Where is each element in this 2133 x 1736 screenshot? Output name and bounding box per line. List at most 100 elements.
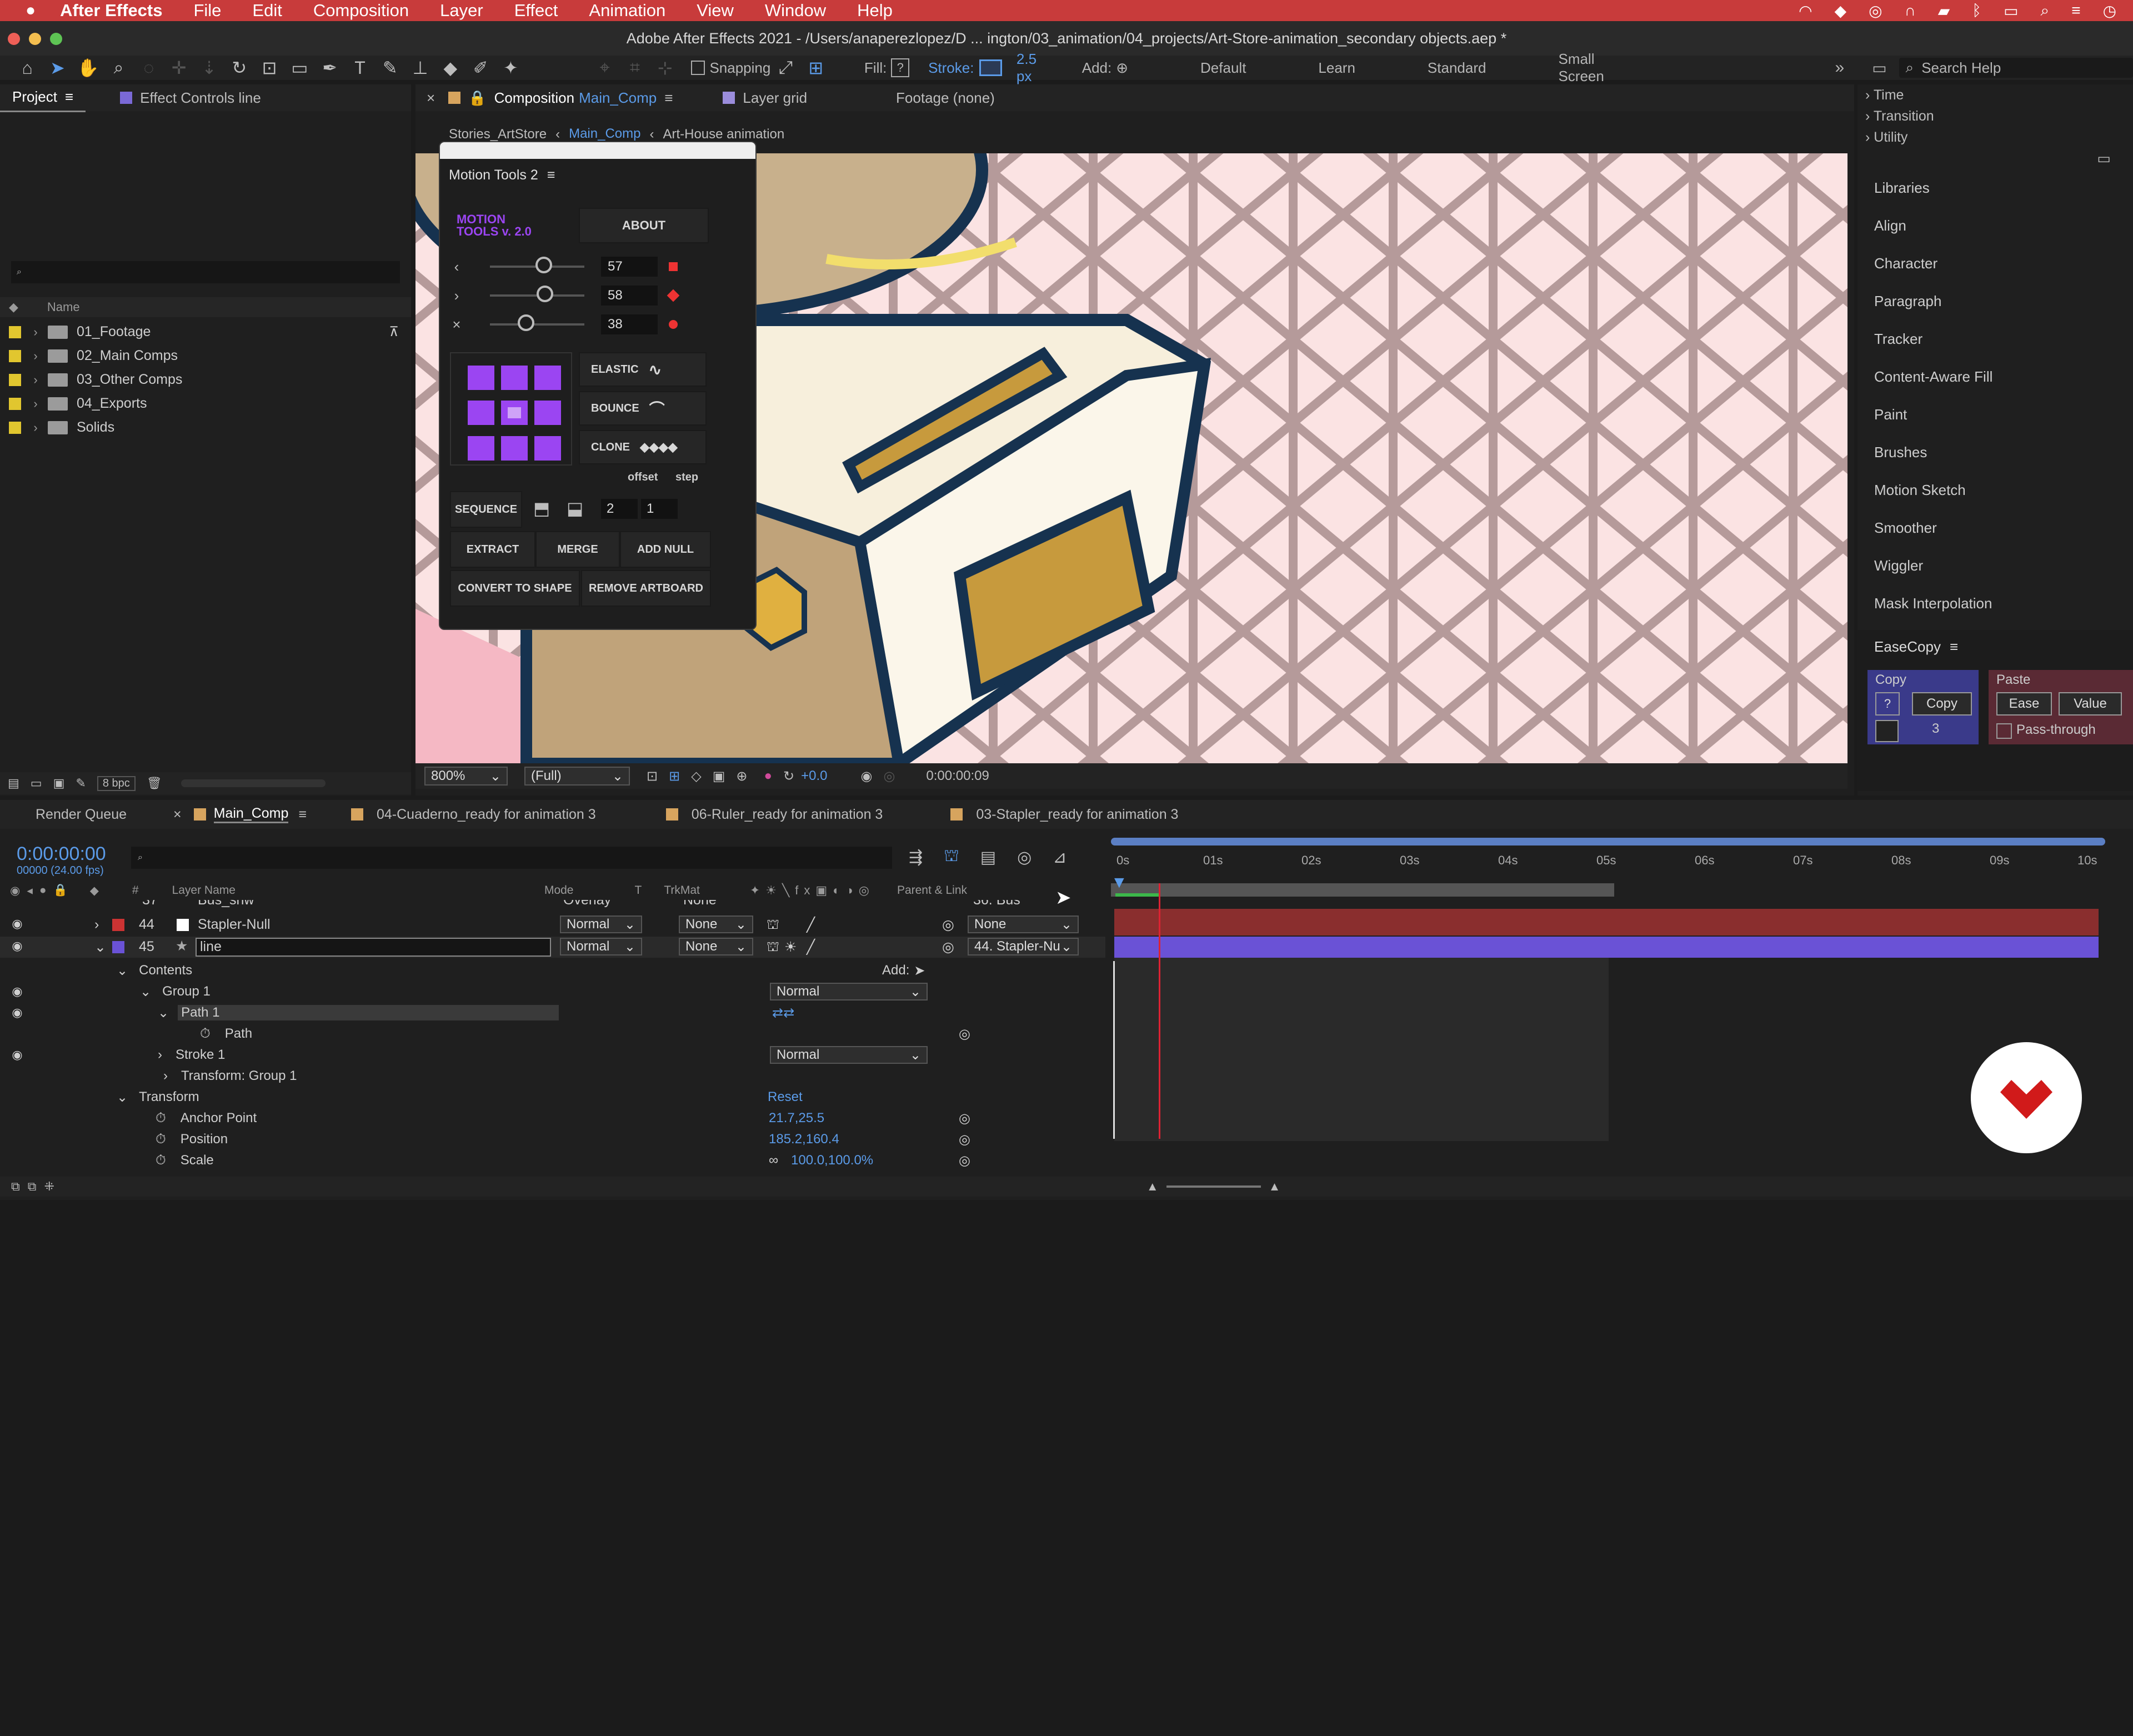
panel-motion-sketch[interactable]: Motion Sketch xyxy=(1857,471,2133,509)
chevron-down-icon[interactable]: ⌄ xyxy=(94,939,106,955)
chevron-down-icon[interactable]: ⌄ xyxy=(140,984,151,1000)
menu-animation[interactable]: Animation xyxy=(589,1,665,21)
extract-button[interactable]: EXTRACT xyxy=(450,531,535,568)
region-of-interest-icon[interactable]: ▣ xyxy=(713,768,725,784)
pan-behind-tool-icon[interactable]: ⊡ xyxy=(259,57,280,79)
axis-world-icon[interactable]: ⌗ xyxy=(624,57,645,79)
label-col-icon[interactable]: ◆ xyxy=(9,300,18,314)
ease-in-value[interactable]: 57 xyxy=(601,257,658,277)
breadcrumb-main-comp[interactable]: Main_Comp xyxy=(569,126,641,143)
motion-tools-menu-icon[interactable]: ≡ xyxy=(547,167,555,183)
slider-knob[interactable] xyxy=(517,314,534,331)
transform-row[interactable]: ⌄ Transform Reset xyxy=(0,1087,1105,1108)
chevron-right-icon[interactable]: › xyxy=(94,917,99,933)
pan-tool-icon[interactable]: ✛ xyxy=(168,57,189,79)
search-icon[interactable]: ⌕ xyxy=(2041,2,2050,20)
list-item[interactable]: › 02_Main Comps xyxy=(0,344,411,368)
list-item[interactable]: › Solids xyxy=(0,416,411,439)
paste-ease-button[interactable]: Ease xyxy=(1996,692,2052,716)
snap-options-icon[interactable]: ⊞ xyxy=(805,57,827,79)
quality-switch-icon[interactable]: ╱ xyxy=(807,939,815,955)
reset-exposure-icon[interactable]: ↻ xyxy=(783,768,794,784)
eye-icon[interactable]: ◉ xyxy=(9,939,26,953)
zoom-out-icon[interactable]: ▲ xyxy=(1146,1179,1159,1194)
transparency-grid-icon[interactable]: ⊞ xyxy=(669,768,680,784)
group-blend-dropdown[interactable]: Normal ⌄ xyxy=(770,983,928,1000)
shy-layers-icon[interactable]: ⛫ xyxy=(944,847,959,868)
list-item[interactable]: › 04_Exports xyxy=(0,392,411,416)
frame-blending-icon[interactable]: ▤ xyxy=(980,848,996,867)
chevron-down-icon[interactable]: ⌄ xyxy=(117,963,128,979)
easecopy-menu-icon[interactable]: ≡ xyxy=(1950,638,1958,656)
pick-whip-icon[interactable]: ◎ xyxy=(959,1132,970,1148)
layer-44-track-bar[interactable] xyxy=(1114,909,2099,935)
breadcrumb-stories[interactable]: Stories_ArtStore xyxy=(449,127,547,142)
type-tool-icon[interactable]: T xyxy=(349,57,370,79)
blend-mode-dropdown[interactable]: Normal ⌄ xyxy=(560,938,642,955)
current-timecode[interactable]: 0:00:00:00 xyxy=(17,843,106,865)
anchor-center[interactable] xyxy=(501,401,528,426)
layer-name-edit[interactable]: line xyxy=(196,938,551,957)
panel-smoother[interactable]: Smoother xyxy=(1857,509,2133,547)
scale-row[interactable]: ⏱ Scale ∞ 100.0,100.0% ◎ xyxy=(0,1150,1105,1171)
panel-paragraph[interactable]: Paragraph xyxy=(1857,282,2133,320)
list-item[interactable]: › 03_Other Comps xyxy=(0,368,411,392)
new-folder-icon[interactable]: ▭ xyxy=(31,776,42,791)
project-search-input[interactable]: ⌕ xyxy=(11,261,400,283)
panel-mask-interpolation[interactable]: Mask Interpolation xyxy=(1857,584,2133,622)
blend-mode-dropdown[interactable]: Normal ⌄ xyxy=(560,915,642,933)
breadcrumb-art-house[interactable]: Art-House animation xyxy=(663,127,784,142)
close-tab-icon[interactable]: × xyxy=(173,807,182,823)
workspace-menu-icon[interactable]: ▭ xyxy=(1872,59,1886,77)
motion-blur-icon[interactable]: ◎ xyxy=(1017,848,1032,867)
layer-row-partial[interactable]: 37 Bus_shw Overlay None 36. Bus xyxy=(0,900,1111,912)
minimize-window-button[interactable] xyxy=(29,33,41,45)
stroke-blend-dropdown[interactable]: Normal ⌄ xyxy=(770,1046,928,1064)
footage-tab[interactable]: Footage (none) xyxy=(896,89,995,107)
eye-icon[interactable]: ◉ xyxy=(9,1048,26,1062)
anchor-bottom-right[interactable] xyxy=(534,436,561,461)
workspace-small-screen[interactable]: Small Screen xyxy=(1558,51,1640,85)
audio-col-icon[interactable]: ◂ xyxy=(27,884,33,898)
time-ruler[interactable]: 0s 01s 02s 03s 04s 05s 06s 07s 08s 09s 1… xyxy=(1111,833,2111,900)
lock-col-icon[interactable]: 🔒 xyxy=(53,884,68,897)
comp-mini-flowchart-icon[interactable]: ⇶ xyxy=(909,848,923,867)
scale-value[interactable]: 100.0,100.0% xyxy=(791,1153,873,1168)
mask-visibility-icon[interactable]: ◇ xyxy=(691,768,701,784)
bounce-button[interactable]: BOUNCE ⌒ xyxy=(579,391,707,426)
label-col-icon[interactable]: ◆ xyxy=(90,884,99,898)
table-row[interactable]: ◉ › 44 Stapler-Null Normal ⌄ None ⌄ ⛫ ╱ ◎ … xyxy=(0,914,1105,935)
clone-button[interactable]: CLONE ◆◆◆◆ xyxy=(579,430,707,464)
path1-row[interactable]: ◉ ⌄ Path 1 ⇄⇄ xyxy=(0,1002,1105,1023)
stopwatch-icon[interactable]: ⏱ xyxy=(156,1132,166,1147)
panel-content-aware-fill[interactable]: Content-Aware Fill xyxy=(1857,358,2133,396)
shy-switch-icon[interactable]: ⛫ xyxy=(767,939,779,956)
comp-tab-label[interactable]: Composition xyxy=(494,89,575,107)
list-item[interactable]: › Transition xyxy=(1865,106,2133,127)
pick-whip-icon[interactable]: ◎ xyxy=(942,917,954,933)
axis-view-icon[interactable]: ⊹ xyxy=(654,57,675,79)
panel-tracker[interactable]: Tracker xyxy=(1857,320,2133,358)
clock-icon[interactable]: ◷ xyxy=(2103,2,2116,20)
apple-icon[interactable]: ● xyxy=(26,1,36,20)
battery-icon[interactable]: ▭ xyxy=(2004,2,2018,20)
add-contents[interactable]: Add: ➤ xyxy=(882,960,925,981)
rotate-tool-icon[interactable]: ↻ xyxy=(229,57,250,79)
stroke1-row[interactable]: ◉ › Stroke 1 Normal ⌄ xyxy=(0,1044,1105,1065)
ease-in-keyframe-icon[interactable] xyxy=(669,262,678,271)
interpret-footage-icon[interactable]: ▤ xyxy=(8,776,19,791)
video-col-icon[interactable]: ◉ xyxy=(10,884,20,898)
sequence-reverse-icon[interactable]: ⬓ xyxy=(567,498,583,519)
clone-stamp-tool-icon[interactable]: ⊥ xyxy=(409,57,430,79)
layer-grid-tab[interactable]: Layer grid xyxy=(743,89,807,107)
lock-icon[interactable]: 🔒 xyxy=(468,89,486,107)
panel-menu-icon[interactable]: ≡ xyxy=(65,88,73,106)
ease-out-keyframe-icon[interactable] xyxy=(667,289,680,302)
bpc-button[interactable]: 8 bpc xyxy=(97,776,136,791)
stroke-label[interactable]: Stroke: xyxy=(928,59,974,77)
parent-dropdown[interactable]: 44. Stapler-Nu ⌄ xyxy=(968,938,1079,955)
comp-tab-name[interactable]: Main_Comp xyxy=(579,89,657,107)
constrain-link-icon[interactable]: ∞ xyxy=(769,1153,778,1168)
elastic-button[interactable]: ELASTIC ∿ xyxy=(579,352,707,387)
chevron-right-icon[interactable]: › xyxy=(163,1068,168,1084)
